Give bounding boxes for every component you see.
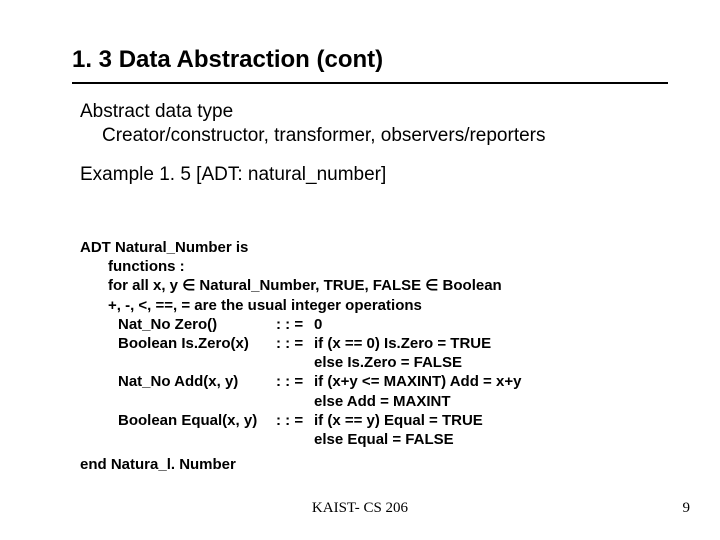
adt-row-left: [80, 353, 276, 372]
adt-row-left: [80, 392, 276, 411]
adt-row-mid: [276, 392, 314, 411]
adt-row: Nat_No Zero() : : = 0: [80, 315, 680, 334]
spacer: [80, 149, 680, 163]
adt-functions: functions :: [80, 257, 680, 276]
adt-ops: +, -, <, ==, = are the usual integer ope…: [80, 296, 680, 315]
adt-row: else Add = MAXINT: [80, 392, 680, 411]
slide: 1. 3 Data Abstraction (cont) Abstract da…: [0, 0, 720, 540]
adt-end: end Natura_l. Number: [80, 449, 680, 474]
adt-row-mid: : : =: [276, 372, 314, 391]
adt-row-right: else Add = MAXINT: [314, 392, 680, 411]
footer-center: KAIST- CS 206: [0, 500, 720, 517]
adt-row-left: [80, 430, 276, 449]
adt-row-right: if (x+y <= MAXINT) Add = x+y: [314, 372, 680, 391]
adt-block: ADT Natural_Number is functions : for al…: [80, 238, 680, 474]
adt-row-mid: [276, 430, 314, 449]
adt-row-right: else Equal = FALSE: [314, 430, 680, 449]
page-number: 9: [683, 500, 691, 517]
adt-header: ADT Natural_Number is: [80, 238, 680, 257]
adt-row: else Is.Zero = FALSE: [80, 353, 680, 372]
body-line-2: Creator/constructor, transformer, observ…: [80, 124, 680, 148]
adt-row-right: if (x == 0) Is.Zero = TRUE: [314, 334, 680, 353]
adt-row-right: else Is.Zero = FALSE: [314, 353, 680, 372]
adt-row-right: if (x == y) Equal = TRUE: [314, 411, 680, 430]
adt-row-left: Nat_No Zero(): [80, 315, 276, 334]
slide-title: 1. 3 Data Abstraction (cont): [72, 46, 383, 74]
adt-row-left: Boolean Equal(x, y): [80, 411, 276, 430]
adt-row-left: Nat_No Add(x, y): [80, 372, 276, 391]
adt-row-mid: [276, 353, 314, 372]
body-text: Abstract data type Creator/constructor, …: [80, 100, 680, 187]
adt-forall: for all x, y ∈ Natural_Number, TRUE, FAL…: [80, 276, 680, 295]
adt-row-right: 0: [314, 315, 680, 334]
example-heading: Example 1. 5 [ADT: natural_number]: [80, 163, 680, 187]
title-underline: [72, 82, 668, 84]
adt-row: Nat_No Add(x, y) : : = if (x+y <= MAXINT…: [80, 372, 680, 391]
adt-row-mid: : : =: [276, 315, 314, 334]
adt-row-mid: : : =: [276, 334, 314, 353]
adt-row: Boolean Is.Zero(x) : : = if (x == 0) Is.…: [80, 334, 680, 353]
adt-row-mid: : : =: [276, 411, 314, 430]
body-line-1: Abstract data type: [80, 100, 680, 124]
adt-row-left: Boolean Is.Zero(x): [80, 334, 276, 353]
adt-row: else Equal = FALSE: [80, 430, 680, 449]
adt-row: Boolean Equal(x, y) : : = if (x == y) Eq…: [80, 411, 680, 430]
